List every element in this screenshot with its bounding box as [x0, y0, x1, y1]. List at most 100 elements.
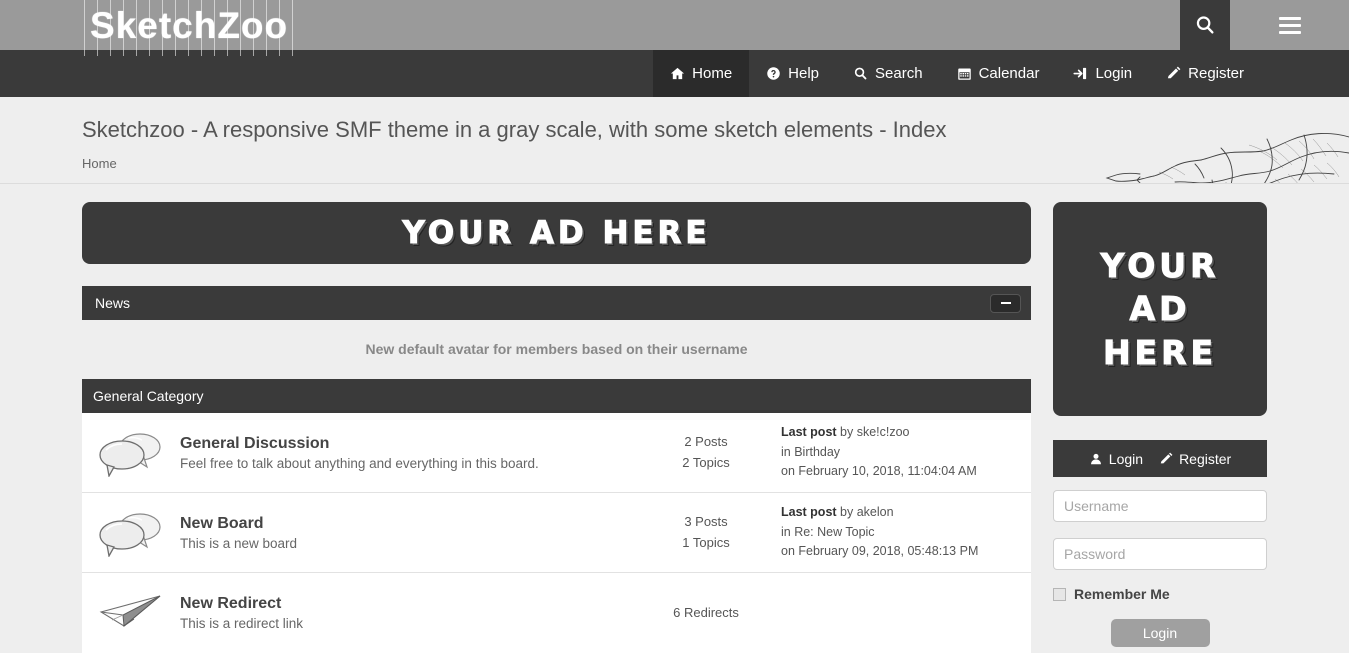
board-name-link[interactable]: New Board [180, 515, 619, 533]
main-navigation: Home Help Search Calendar Login Register [0, 50, 1349, 97]
board-redirect-count: 6 Redirects [673, 604, 739, 620]
nav-item-help[interactable]: Help [749, 50, 836, 97]
board-stats: 2 Posts 2 Topics [631, 432, 781, 472]
speech-bubbles-icon [99, 432, 161, 477]
top-bar-actions [1180, 0, 1349, 50]
username-input[interactable] [1053, 490, 1267, 522]
page-title: Sketchzoo - A responsive SMF theme in a … [82, 117, 947, 142]
remember-me-row[interactable]: Remember Me [1053, 586, 1267, 602]
last-post-topic[interactable]: in Re: New Topic [781, 523, 1023, 542]
board-icon-cell [82, 429, 180, 477]
table-row[interactable]: General Discussion Feel free to talk abo… [82, 413, 1031, 493]
board-post-count: 2 Posts [684, 434, 728, 450]
minus-icon [1000, 302, 1011, 304]
news-panel-title: News [95, 295, 131, 311]
last-post-label: Last post [781, 425, 837, 440]
board-description: This is a new board [180, 535, 298, 551]
nav-item-search-label: Search [875, 65, 923, 82]
login-panel-header: Login Register [1053, 440, 1267, 477]
board-name-link[interactable]: General Discussion [180, 435, 619, 453]
paper-plane-icon [99, 595, 161, 627]
board-category-general: General Category General Discussion Feel… [82, 379, 1031, 653]
board-stats: 6 Redirects [631, 603, 781, 623]
nav-item-calendar-label: Calendar [978, 65, 1040, 82]
nav-item-help-label: Help [788, 65, 820, 82]
nav-item-home[interactable]: Home [653, 50, 750, 97]
nav-item-login-label: Login [1095, 65, 1133, 82]
login-panel: Login Register Remember Me Login [1053, 440, 1267, 647]
board-description: This is a redirect link [180, 616, 304, 631]
nav-item-register[interactable]: Register [1149, 50, 1261, 97]
nav-item-home-label: Home [692, 65, 733, 82]
board-info: New Board This is a new board [180, 515, 631, 551]
top-bar: SketchZoo [0, 0, 1349, 56]
board-list: General Discussion Feel free to talk abo… [82, 413, 1031, 653]
ad-square-line-3: HERE [1102, 332, 1218, 372]
breadcrumb-item-home[interactable]: Home [82, 156, 117, 171]
remember-me-label: Remember Me [1074, 586, 1170, 602]
board-info: General Discussion Feel free to talk abo… [180, 435, 631, 471]
board-description: Feel free to talk about anything and eve… [180, 455, 539, 471]
search-icon [853, 66, 868, 81]
login-link-label: Login [1108, 450, 1144, 467]
home-icon [670, 66, 685, 81]
main-column: YOUR AD HERE News New default avatar for… [82, 202, 1031, 653]
user-icon [1090, 453, 1101, 464]
ad-square-line-1: YOUR [1100, 246, 1220, 286]
table-row[interactable]: New Redirect This is a redirect link 6 R… [82, 573, 1031, 653]
pencil-icon [1166, 66, 1181, 81]
login-icon [1073, 66, 1088, 81]
news-panel: News New default avatar for members base… [82, 286, 1031, 379]
help-icon [766, 66, 781, 81]
last-post-author[interactable]: by akelon [837, 505, 894, 519]
hamburger-menu-icon [1278, 13, 1301, 38]
login-form: Remember Me Login [1053, 477, 1267, 647]
ad-square-line-2: AD [1129, 289, 1191, 329]
site-logo[interactable]: SketchZoo [84, 0, 295, 56]
news-collapse-button[interactable] [990, 293, 1021, 313]
nav-item-search[interactable]: Search [836, 50, 940, 97]
register-link[interactable]: Register [1159, 451, 1231, 467]
last-post-author[interactable]: by ske!c!zoo [837, 425, 909, 439]
board-topic-count: 1 Topics [682, 534, 730, 550]
search-toggle-button[interactable] [1180, 0, 1230, 50]
page-header-area: Sketchzoo - A responsive SMF theme in a … [0, 97, 1349, 184]
search-icon [1196, 16, 1214, 34]
news-message: New default avatar for members based on … [365, 341, 748, 357]
last-post-date: on February 09, 2018, 05:48:13 PM [781, 544, 979, 559]
ad-banner-text: YOUR AD HERE [402, 215, 711, 252]
pencil-icon [1160, 452, 1173, 463]
ad-square[interactable]: YOUR AD HERE [1053, 202, 1267, 416]
board-topic-count: 2 Topics [682, 454, 730, 470]
board-last-post: Last post by akelon in Re: New Topic on … [781, 503, 1031, 561]
hamburger-menu-button[interactable] [1230, 0, 1349, 50]
nav-item-calendar[interactable]: Calendar [940, 50, 1057, 97]
login-link[interactable]: Login [1089, 451, 1143, 467]
sidebar: YOUR AD HERE Login Register Username Rem… [1053, 202, 1267, 653]
last-post-label: Last post [781, 505, 837, 520]
table-row[interactable]: New Board This is a new board 3 Posts 1 … [82, 493, 1031, 573]
nav-item-login[interactable]: Login [1056, 50, 1149, 97]
board-icon-cell [82, 509, 180, 557]
last-post-topic[interactable]: in Birthday [781, 443, 1023, 462]
content-wrapper: YOUR AD HERE News New default avatar for… [0, 184, 1349, 653]
category-header: General Category [82, 379, 1031, 413]
site-logo-text: SketchZoo [90, 4, 289, 46]
board-post-count: 3 Posts [684, 514, 728, 530]
board-last-post: Last post by ske!c!zoo in Birthday on Fe… [781, 423, 1031, 481]
calendar-icon [957, 66, 972, 81]
remember-me-checkbox[interactable] [1053, 587, 1066, 601]
board-name-link[interactable]: New Redirect [180, 595, 619, 613]
board-icon-cell [82, 591, 180, 635]
ad-banner[interactable]: YOUR AD HERE [82, 202, 1031, 264]
breadcrumb[interactable]: Home [82, 156, 1349, 171]
login-submit-button[interactable]: Login [1110, 619, 1210, 647]
board-info: New Redirect This is a redirect link [180, 595, 631, 631]
register-link-label: Register [1179, 450, 1232, 467]
category-title: General Category [93, 388, 204, 404]
news-panel-header: News [82, 286, 1031, 320]
nav-item-register-label: Register [1188, 65, 1244, 82]
password-input[interactable] [1053, 538, 1267, 570]
last-post-date: on February 10, 2018, 11:04:04 AM [781, 464, 977, 479]
board-stats: 3 Posts 1 Topics [631, 512, 781, 552]
